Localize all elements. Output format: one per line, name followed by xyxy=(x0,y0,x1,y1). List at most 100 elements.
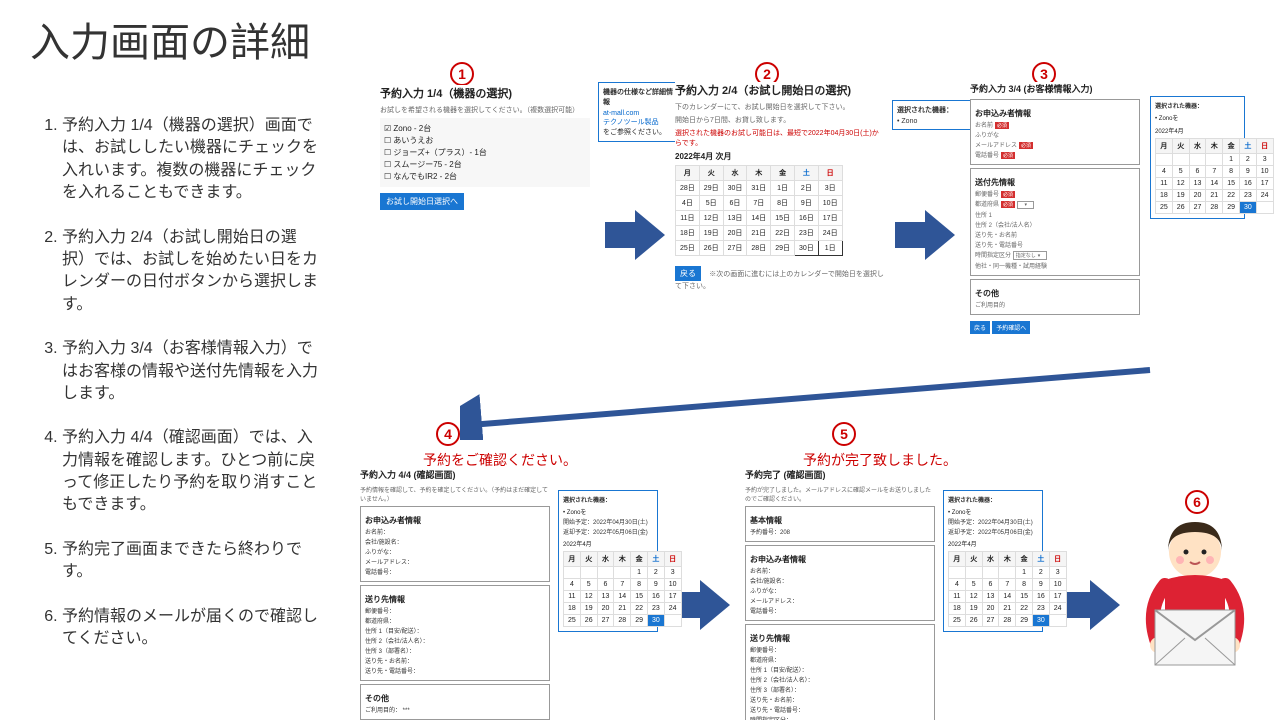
date-line: 開始予定：2022年04月30日(土) xyxy=(563,517,653,526)
arrow-long-icon xyxy=(460,360,1160,440)
field-label: 会社/施設名： xyxy=(365,537,545,546)
form-field: 時間指定区分 指定なし xyxy=(975,250,1135,260)
side-title: 選択された機器： xyxy=(563,495,653,504)
field-label: お名前： xyxy=(365,527,545,536)
instruction-text: 開始日から7日間、お貸し致します。 xyxy=(675,115,885,125)
field-label: 時間指定区分： xyxy=(750,715,930,720)
section-title: お申込み者情報 xyxy=(365,515,545,526)
form-field: ふりがな xyxy=(975,130,1135,139)
field-label: 住所 1（目安/配送）： xyxy=(750,665,930,674)
form-field: 送り先・電話番号 xyxy=(975,240,1135,249)
field-label: 住所 2（会社/法人名）： xyxy=(750,675,930,684)
select-dropdown[interactable] xyxy=(1017,201,1034,209)
page-title: 入力画面の詳細 xyxy=(30,10,310,68)
field-label: 会社/施設名： xyxy=(750,576,930,585)
list-item: 予約完了画面まできたら終わりです。 xyxy=(62,539,320,584)
form-field: 他社・同一機種・試用経験 xyxy=(975,261,1135,270)
panel-title: 予約完了 (確認画面) xyxy=(745,468,935,481)
field-label: 送り先・お名前： xyxy=(750,695,930,704)
section-title: お申込み者情報 xyxy=(750,554,930,565)
field-label: 電話番号： xyxy=(750,606,930,615)
list-item: 予約入力 4/4（確認画面）では、入力情報を確認します。ひとつ前に戻って修正した… xyxy=(62,427,320,517)
device-option[interactable]: ☐ なんでもIR2 - 2台 xyxy=(384,171,586,182)
device-option[interactable]: ☐ ジョーズ+（プラス）- 1台 xyxy=(384,147,586,158)
complete-heading: 予約が完了致しました。 xyxy=(780,450,980,470)
form-field: お名前必須 xyxy=(975,120,1135,129)
section-title: 送り先情報 xyxy=(365,594,545,605)
mini-calendar: 月火水木金土日 123 45678910 11121314151617 1819… xyxy=(948,551,1067,627)
field-label: ふりがな： xyxy=(365,547,545,556)
next-button[interactable]: 予約確認へ xyxy=(992,321,1030,334)
panel-step4: 予約入力 4/4 (確認画面) 予約情報を確認して、予約を確定してください。（予… xyxy=(360,468,550,720)
step-number-1: 1 xyxy=(450,62,474,86)
panel-title: 予約入力 3/4 (お客様情報入力) xyxy=(970,82,1140,95)
field-label: 送り先・電話番号： xyxy=(750,705,930,714)
field-label: 電話番号： xyxy=(365,567,545,576)
section-title: 送付先情報 xyxy=(975,177,1135,188)
section-title: その他 xyxy=(365,693,545,704)
next-button[interactable]: お試し開始日選択へ xyxy=(380,193,464,210)
field-label: 都道府県： xyxy=(365,616,545,625)
date-line: 返却予定：2022年05月06日(金) xyxy=(948,527,1038,536)
field-label: 都道府県： xyxy=(750,655,930,664)
explanation-list: 予約入力 1/4（機器の選択）画面では、お試ししたい機器にチェックを入れいます。… xyxy=(40,115,320,672)
side-link[interactable]: テクノツール製品 xyxy=(603,117,673,127)
calendar-day-button[interactable]: 1日 xyxy=(818,241,842,256)
form-field: 郵便番号必須 xyxy=(975,189,1135,198)
device-option[interactable]: ☐ あいうえお xyxy=(384,135,586,146)
select-dropdown[interactable]: 指定なし xyxy=(1013,251,1048,260)
device-option[interactable]: ☑ Zono - 2台 xyxy=(384,123,586,134)
panel-step3: 予約入力 3/4 (お客様情報入力) お申込み者情報 お名前必須 ふりがな メー… xyxy=(970,82,1140,334)
side-title: 選択された機器： xyxy=(897,105,967,115)
confirm-heading: 予約をご確認ください。 xyxy=(400,450,600,470)
mini-calendar: 月火水木金土日 123 45678910 11121314151617 1819… xyxy=(563,551,682,627)
field-label: 住所 2（会社/法人名）： xyxy=(365,636,545,645)
arrow-icon xyxy=(1060,580,1120,630)
form-field: 都道府県必須 xyxy=(975,199,1135,209)
form-field: ご利用目的 xyxy=(975,300,1135,309)
side-title: 選択された機器： xyxy=(1155,101,1240,110)
step-number-4: 4 xyxy=(436,422,460,446)
form-field: 電話番号必須 xyxy=(975,150,1135,159)
warning-text: 選択された機器のお試し可能日は、最短で2022年04月30日(土)からです。 xyxy=(675,128,885,148)
panel-title: 予約入力 1/4（機器の選択) xyxy=(380,85,590,101)
field-label: 送り先・電話番号： xyxy=(365,666,545,675)
calendar-day-button[interactable]: 30日 xyxy=(794,241,818,256)
form-field: メールアドレス必須 xyxy=(975,140,1135,149)
field-label: お名前： xyxy=(750,566,930,575)
list-item: 予約入力 1/4（機器の選択）画面では、お試ししたい機器にチェックを入れいます。… xyxy=(62,115,320,205)
panel-title: 予約入力 4/4 (確認画面) xyxy=(360,468,550,481)
side-title: 選択された機器： xyxy=(948,495,1038,504)
date-line: 開始予定：2022年04月30日(土) xyxy=(948,517,1038,526)
section-title: 基本情報 xyxy=(750,515,930,526)
field-label: 郵便番号： xyxy=(365,606,545,615)
side-note: をご参照ください。 xyxy=(603,127,673,137)
side-info-box: 選択された機器： • Zonoを 開始予定：2022年04月30日(土) 返却予… xyxy=(943,490,1043,632)
panel-step1: 予約入力 1/4（機器の選択) お試しを希望される機器を選択してください。（複数… xyxy=(380,85,590,210)
field-label: 予約番号：208 xyxy=(750,527,930,536)
mini-month: 2022年4月 xyxy=(563,539,653,548)
field-label: ふりがな： xyxy=(750,586,930,595)
list-item: 予約入力 2/4（お試し開始日の選択）では、お試しを始めたい日をカレンダーの日付… xyxy=(62,227,320,317)
form-field: 住所 1 xyxy=(975,210,1135,219)
field-label: 郵便番号： xyxy=(750,645,930,654)
field-label: 送り先・お名前： xyxy=(365,656,545,665)
sub-instruction: 予約が完了しました。メールアドレスに確認メールをお送りしましたのでご確認ください… xyxy=(745,485,935,503)
device-option[interactable]: ☐ スムージー75 - 2台 xyxy=(384,159,586,170)
side-link[interactable]: at-mall.com xyxy=(603,110,673,117)
list-item: 予約入力 3/4（お客様情報入力）ではお客様の情報や送付先情報を入力します。 xyxy=(62,338,320,405)
side-info-box: 機器の仕様など詳細情報 at-mall.com テクノツール製品 をご参照くださ… xyxy=(598,82,678,142)
form-field: 送り先・お名前 xyxy=(975,230,1135,239)
side-info-box: 選択された機器： • Zonoを 開始予定：2022年04月30日(土) 返却予… xyxy=(558,490,658,632)
back-button[interactable]: 戻る xyxy=(675,266,701,281)
instruction-text: お試しを希望される機器を選択してください。（複数選択可能） xyxy=(380,105,590,115)
side-info-box: 選択された機器： • Zonoを 2022年4月 月火水木金土日 123 456… xyxy=(1150,96,1245,219)
form-field: 住所 2（会社/法人名） xyxy=(975,220,1135,229)
back-button[interactable]: 戻る xyxy=(970,321,990,334)
mini-calendar: 月火水木金土日 123 45678910 11121314151617 1819… xyxy=(1155,138,1274,214)
section-title: お申込み者情報 xyxy=(975,108,1135,119)
arrow-icon xyxy=(895,210,955,260)
field-label: メールアドレス： xyxy=(750,596,930,605)
footer-note: ※次の画面に進むには上のカレンダーで開始日を選択して下さい。 xyxy=(675,271,884,290)
side-info-box: 選択された機器： • Zono xyxy=(892,100,972,130)
